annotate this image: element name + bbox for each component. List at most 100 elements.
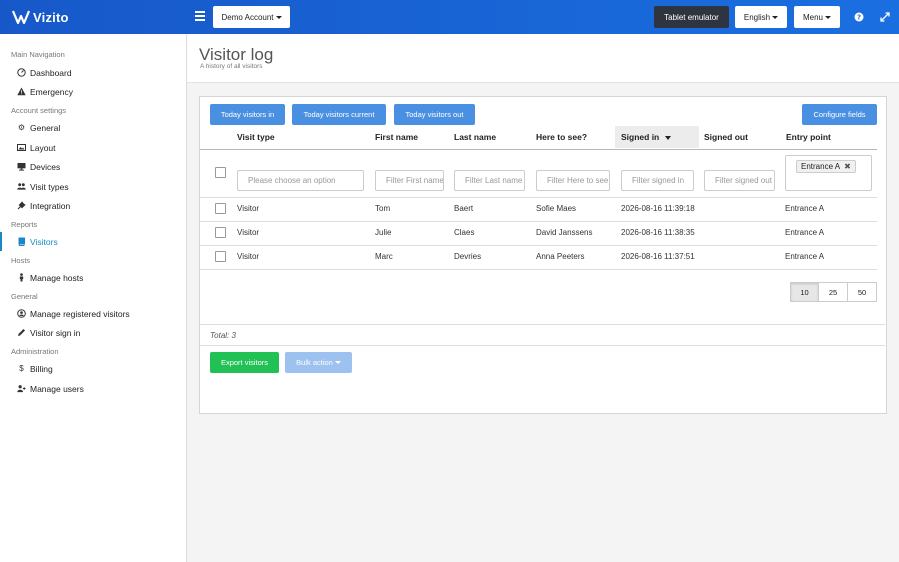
sidebar-item-visit-types[interactable]: Visit types: [0, 177, 186, 196]
sidebar-item-label: Billing: [30, 363, 53, 374]
user-plus-icon: [17, 384, 26, 393]
bulk-action-button[interactable]: Bulk action: [285, 352, 352, 373]
section-reports: Reports: [11, 220, 38, 229]
dashboard-icon: [17, 68, 26, 77]
column-header-label: Signed in: [621, 132, 660, 142]
column-header-visit-type[interactable]: Visit type: [237, 132, 275, 142]
select-all-checkbox[interactable]: [215, 167, 226, 178]
section-account-settings: Account settings: [11, 106, 67, 115]
filter-placeholder: Filter Last name: [465, 176, 523, 185]
sidebar-item-label: General: [30, 122, 61, 133]
gear-icon: ⚙: [17, 123, 26, 132]
button-label: Export visitors: [220, 358, 269, 367]
sidebar-item-manage-registered-visitors[interactable]: Manage registered visitors: [0, 304, 186, 323]
page-size-label: 25: [828, 287, 838, 297]
menu-dropdown[interactable]: Menu: [794, 6, 840, 28]
here-to-see-filter-input[interactable]: Filter Here to see?: [536, 170, 610, 191]
filter-placeholder: Filter signed in: [632, 176, 685, 185]
first-name-filter-input[interactable]: Filter First name: [375, 170, 444, 191]
visit-type-filter-select[interactable]: Please choose an option: [237, 170, 364, 191]
person-icon: [17, 273, 26, 282]
button-label: Bulk action: [296, 358, 333, 367]
page-size-50[interactable]: 50: [847, 282, 877, 302]
cell-last-name: Claes: [454, 228, 475, 237]
configure-fields-button[interactable]: Configure fields: [802, 104, 877, 125]
sidebar-item-visitor-sign-in[interactable]: Visitor sign in: [0, 323, 186, 342]
sidebar-item-manage-users[interactable]: Manage users: [0, 379, 186, 398]
brand-logo[interactable]: Vizito: [12, 9, 69, 25]
page-header: Visitor log A history of all visitors: [187, 34, 899, 83]
cell-entry-point: Entrance A: [785, 228, 825, 237]
footer-divider: [200, 324, 885, 325]
hamburger-menu-icon[interactable]: [195, 11, 205, 21]
page-size-label: 50: [857, 287, 867, 297]
page-size-25[interactable]: 25: [818, 282, 848, 302]
footer-divider: [200, 345, 885, 346]
chevron-down-icon: [275, 15, 282, 19]
sidebar-item-layout[interactable]: Layout: [0, 138, 186, 157]
expand-icon[interactable]: [879, 11, 891, 23]
signed-in-filter-input[interactable]: Filter signed in: [621, 170, 694, 191]
sidebar-item-label: Manage hosts: [30, 272, 84, 283]
cell-entry-point: Entrance A: [785, 252, 825, 261]
language-dropdown[interactable]: English: [735, 6, 787, 28]
button-label: Today visitors current: [303, 110, 375, 119]
button-label: Today visitors in: [220, 110, 275, 119]
cell-here-to-see: Sofie Maes: [536, 204, 577, 213]
page-title: Visitor log: [199, 45, 274, 64]
cell-signed-in: 2026-08-16 11:38:35: [621, 228, 695, 237]
cell-here-to-see: David Janssens: [536, 228, 593, 237]
brand-name: Vizito: [33, 9, 69, 25]
sidebar-item-devices[interactable]: Devices: [0, 157, 186, 176]
pencil-icon: [17, 328, 26, 337]
section-hosts: Hosts: [11, 256, 31, 265]
today-visitors-current-button[interactable]: Today visitors current: [292, 104, 386, 125]
sidebar-item-label: Manage users: [30, 383, 84, 394]
account-switcher-button[interactable]: Demo Account: [213, 6, 290, 28]
today-visitors-out-button[interactable]: Today visitors out: [394, 104, 475, 125]
filter-placeholder: Filter First name: [386, 176, 444, 185]
sidebar-item-billing[interactable]: $ Billing: [0, 359, 186, 378]
section-administration: Administration: [11, 347, 59, 356]
button-label: Configure fields: [813, 110, 866, 119]
sidebar-item-emergency[interactable]: Emergency: [0, 82, 186, 101]
row-divider: [200, 197, 877, 198]
signed-out-filter-input[interactable]: Filter signed out: [704, 170, 775, 191]
row-checkbox[interactable]: [215, 203, 226, 214]
remove-tag-icon[interactable]: ✖: [844, 162, 851, 171]
entry-point-filter-multiselect[interactable]: Entrance A ✖: [785, 155, 872, 191]
column-header-first-name[interactable]: First name: [375, 132, 418, 142]
sidebar-item-label: Dashboard: [30, 67, 72, 78]
sidebar-item-label: Layout: [30, 142, 56, 153]
column-header-signed-out[interactable]: Signed out: [704, 132, 748, 142]
sidebar-item-general[interactable]: ⚙ General: [0, 118, 186, 137]
row-checkbox[interactable]: [215, 227, 226, 238]
column-header-entry-point[interactable]: Entry point: [786, 132, 831, 142]
page-size-10[interactable]: 10: [790, 282, 819, 302]
user-circle-icon: [17, 309, 26, 318]
filter-placeholder: Filter Here to see?: [547, 176, 610, 185]
cell-signed-in: 2026-08-16 11:39:18: [621, 204, 695, 213]
column-header-signed-in[interactable]: Signed in: [621, 132, 672, 142]
column-header-last-name[interactable]: Last name: [454, 132, 496, 142]
column-header-here-to-see[interactable]: Here to see?: [536, 132, 587, 142]
row-checkbox[interactable]: [215, 251, 226, 262]
dollar-icon: $: [19, 364, 24, 373]
cell-visit-type: Visitor: [237, 228, 260, 237]
today-visitors-in-button[interactable]: Today visitors in: [210, 104, 285, 125]
sidebar-item-manage-hosts[interactable]: Manage hosts: [0, 268, 186, 287]
sidebar-item-dashboard[interactable]: Dashboard: [0, 63, 186, 82]
sidebar-item-visitors[interactable]: Visitors: [0, 232, 186, 251]
row-divider: [200, 245, 877, 246]
chevron-down-icon: [825, 15, 831, 19]
sidebar-item-integration[interactable]: Integration: [0, 196, 186, 215]
cell-signed-in: 2026-08-16 11:37:51: [621, 252, 695, 261]
button-label: Today visitors out: [405, 110, 464, 119]
last-name-filter-input[interactable]: Filter Last name: [454, 170, 525, 191]
svg-text:?: ?: [857, 14, 861, 22]
tablet-emulator-button[interactable]: Tablet emulator: [654, 6, 729, 28]
sidebar-item-label: Integration: [30, 200, 71, 211]
help-icon[interactable]: ?: [853, 11, 865, 23]
export-visitors-button[interactable]: Export visitors: [210, 352, 279, 373]
image-icon: [17, 143, 26, 152]
